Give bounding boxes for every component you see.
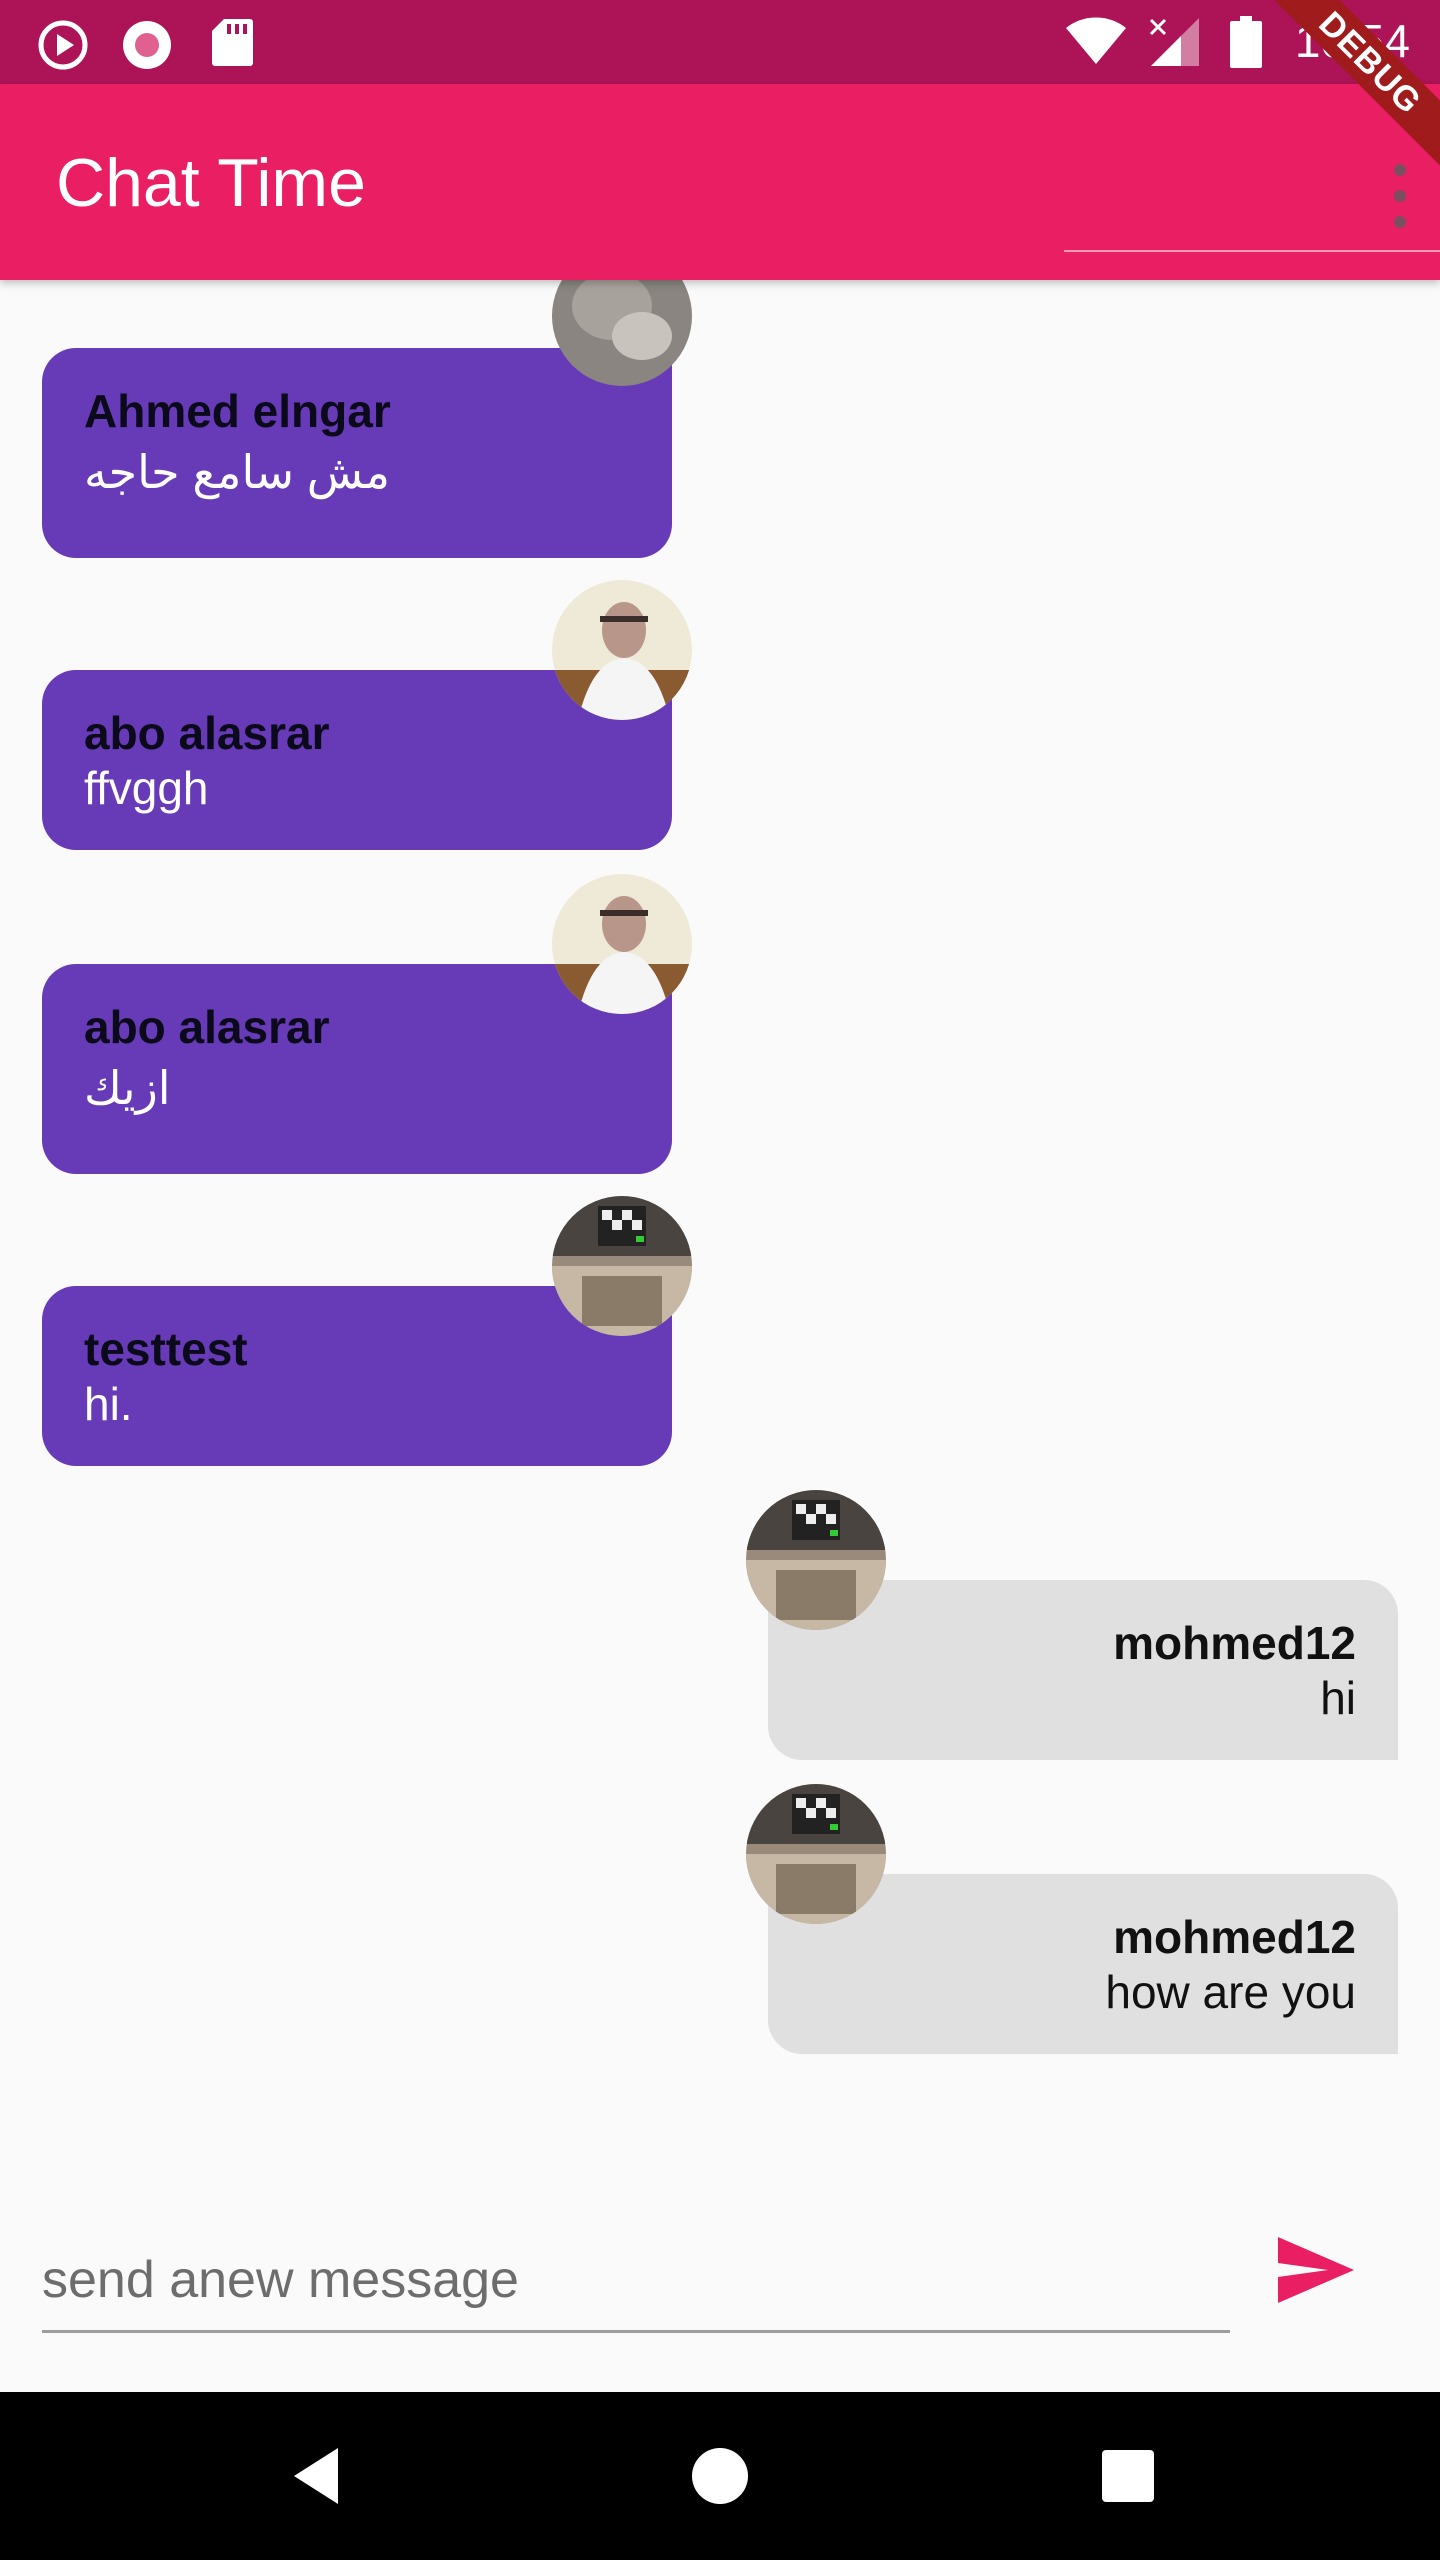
message-sender: Ahmed elngar bbox=[84, 385, 391, 437]
battery-icon bbox=[1230, 16, 1262, 68]
avatar[interactable] bbox=[552, 1196, 692, 1336]
recents-icon[interactable] bbox=[1096, 2444, 1160, 2508]
avatar[interactable] bbox=[746, 1784, 886, 1924]
message-text: how are you bbox=[1105, 1966, 1356, 2019]
message-item: Ahmed elngar مش سامع حاجه bbox=[0, 280, 1440, 580]
wifi-icon bbox=[1066, 17, 1126, 64]
sd-card-icon bbox=[212, 19, 253, 66]
message-input[interactable] bbox=[42, 2230, 1230, 2333]
record-icon bbox=[123, 21, 171, 69]
message-text: hi. bbox=[84, 1378, 133, 1431]
message-item: mohmed12 how are you bbox=[0, 1780, 1440, 2080]
app-bar-divider bbox=[1064, 250, 1440, 252]
avatar-photo-icon bbox=[746, 1784, 886, 1924]
home-icon[interactable] bbox=[688, 2444, 752, 2508]
navigation-bar bbox=[0, 2392, 1440, 2560]
avatar-photo-icon bbox=[552, 1196, 692, 1336]
message-sender: mohmed12 bbox=[1113, 1617, 1356, 1669]
play-circle-icon bbox=[38, 20, 88, 70]
status-bar: 10:54 bbox=[0, 0, 1440, 84]
message-sender: testtest bbox=[84, 1323, 248, 1375]
more-vert-icon[interactable] bbox=[1388, 156, 1412, 236]
avatar-photo-icon bbox=[552, 580, 692, 720]
send-button[interactable] bbox=[1266, 2220, 1366, 2320]
app-bar: Chat Time bbox=[0, 84, 1440, 280]
message-item: testtest hi. bbox=[0, 1190, 1440, 1490]
signal-icon bbox=[1149, 18, 1199, 66]
message-item: abo alasrar ffvggh bbox=[0, 580, 1440, 870]
message-item: mohmed12 hi bbox=[0, 1490, 1440, 1780]
composer bbox=[0, 2200, 1440, 2390]
message-list[interactable]: Ahmed elngar مش سامع حاجه abo alasrar ff… bbox=[0, 280, 1440, 2180]
message-item: abo alasrar ازيك bbox=[0, 870, 1440, 1190]
avatar[interactable] bbox=[552, 874, 692, 1014]
avatar[interactable] bbox=[552, 580, 692, 720]
message-sender: abo alasrar bbox=[84, 1001, 330, 1053]
message-text: ازيك bbox=[84, 1062, 171, 1115]
send-icon bbox=[1278, 2237, 1354, 2303]
status-time: 10:54 bbox=[1294, 15, 1410, 67]
message-bubble: Ahmed elngar مش سامع حاجه bbox=[42, 348, 672, 558]
avatar[interactable] bbox=[746, 1490, 886, 1630]
avatar-photo-icon bbox=[552, 874, 692, 1014]
message-text: ffvggh bbox=[84, 762, 209, 815]
back-icon[interactable] bbox=[286, 2444, 350, 2508]
avatar-photo-icon bbox=[746, 1490, 886, 1630]
message-text: hi bbox=[1320, 1672, 1356, 1725]
page-title: Chat Time bbox=[56, 145, 366, 221]
message-text: مش سامع حاجه bbox=[84, 446, 391, 499]
message-sender: abo alasrar bbox=[84, 707, 330, 759]
message-sender: mohmed12 bbox=[1113, 1911, 1356, 1963]
